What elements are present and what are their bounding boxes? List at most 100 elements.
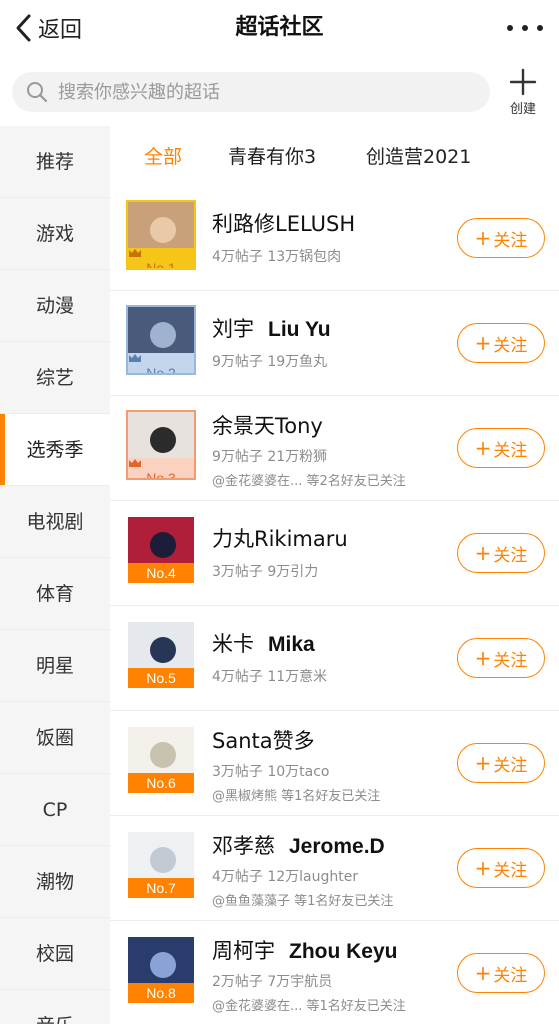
- tab-all[interactable]: 全部: [144, 142, 182, 169]
- list-item[interactable]: No.5 米卡 Mika 4万帖子 11万意米 + 关注: [110, 606, 559, 711]
- topic-name[interactable]: 刘宇 Liu Yu: [212, 313, 331, 343]
- follow-button[interactable]: + 关注: [457, 428, 545, 468]
- follow-button[interactable]: + 关注: [457, 218, 545, 258]
- subtab-bar: 全部 青春有你3 创造营2021: [110, 126, 559, 186]
- plus-icon: +: [474, 226, 492, 250]
- topic-list: No.1 利路修LELUSH 4万帖子 13万锅包肉 + 关注 No.2 刘宇 Liu Yu 9…: [110, 186, 559, 1024]
- rank-badge: No.3: [128, 458, 194, 478]
- follow-label: 关注: [493, 755, 528, 776]
- topic-avatar[interactable]: No.2: [126, 305, 196, 375]
- plus-icon: +: [474, 331, 492, 355]
- plus-icon: +: [474, 646, 492, 670]
- crown-icon: [129, 249, 141, 257]
- top-nav-bar: 返回 超话社区: [0, 0, 559, 56]
- more-dot: [522, 25, 528, 31]
- list-item[interactable]: No.7 邓孝慈 Jerome.D 4万帖子 12万laughter @鱼鱼藻藻子 等1…: [110, 816, 559, 921]
- back-button[interactable]: 返回: [14, 10, 82, 46]
- topic-name-en: Zhou Keyu: [289, 940, 398, 963]
- search-box[interactable]: [12, 72, 490, 112]
- follow-label: 关注: [493, 965, 528, 986]
- plus-icon: +: [474, 856, 492, 880]
- sidebar-item[interactable]: CP: [0, 774, 110, 846]
- topic-avatar[interactable]: No.1: [126, 200, 196, 270]
- follow-button[interactable]: + 关注: [457, 953, 545, 993]
- sidebar-item[interactable]: 综艺: [0, 342, 110, 414]
- sidebar-item[interactable]: 饭圈: [0, 702, 110, 774]
- topic-name-cn: 余景天Tony: [212, 414, 323, 438]
- topic-name[interactable]: 米卡 Mika: [212, 628, 315, 658]
- sidebar-item[interactable]: 选秀季: [0, 414, 110, 486]
- search-input[interactable]: [58, 81, 458, 103]
- more-dots-icon: [507, 25, 513, 31]
- topic-name-cn: 刘宇: [212, 317, 254, 341]
- sidebar-item[interactable]: 体育: [0, 558, 110, 630]
- follow-button[interactable]: + 关注: [457, 323, 545, 363]
- sidebar-item[interactable]: 潮物: [0, 846, 110, 918]
- topic-name-en: Mika: [268, 633, 315, 656]
- sidebar-item[interactable]: 动漫: [0, 270, 110, 342]
- topic-stats: 9万帖子 21万粉狮: [212, 449, 328, 465]
- list-item[interactable]: No.6 Santa赞多 3万帖子 10万taco @黑椒烤熊 等1名好友已关注 + 关注: [110, 711, 559, 816]
- list-item[interactable]: No.1 利路修LELUSH 4万帖子 13万锅包肉 + 关注: [110, 186, 559, 291]
- topic-stats: 4万帖子 13万锅包肉: [212, 249, 342, 265]
- sidebar-item[interactable]: 游戏: [0, 198, 110, 270]
- list-item[interactable]: No.4 力丸Rikimaru 3万帖子 9万引力 + 关注: [110, 501, 559, 606]
- follow-label: 关注: [493, 545, 528, 566]
- sidebar-item[interactable]: 明星: [0, 630, 110, 702]
- topic-name-en: Liu Yu: [268, 318, 331, 341]
- topic-name[interactable]: 力丸Rikimaru: [212, 523, 348, 553]
- back-label: 返回: [38, 18, 83, 43]
- topic-avatar[interactable]: No.8: [126, 935, 196, 1005]
- create-button[interactable]: 创建: [500, 68, 546, 120]
- sidebar-item[interactable]: 校园: [0, 918, 110, 990]
- tab-youth-with-you-3[interactable]: 青春有你3: [228, 142, 316, 169]
- more-dot: [537, 25, 543, 31]
- friends-following: @金花婆婆在... 等2名好友已关注: [212, 474, 406, 489]
- list-item[interactable]: No.2 刘宇 Liu Yu 9万帖子 19万鱼丸 + 关注: [110, 291, 559, 396]
- rank-badge: No.7: [128, 878, 194, 898]
- list-item[interactable]: No.8 周柯宇 Zhou Keyu 2万帖子 7万宇航员 @金花婆婆在... 等1名好…: [110, 921, 559, 1024]
- topic-name[interactable]: 周柯宇 Zhou Keyu: [212, 935, 398, 965]
- rank-badge: No.5: [128, 668, 194, 688]
- plus-icon: +: [474, 961, 492, 985]
- follow-label: 关注: [493, 650, 528, 671]
- rank-badge: No.8: [128, 983, 194, 1003]
- crown-icon: [129, 459, 141, 467]
- topic-avatar[interactable]: No.4: [126, 515, 196, 585]
- crown-icon: [129, 354, 141, 362]
- plus-icon: +: [474, 436, 492, 460]
- follow-button[interactable]: + 关注: [457, 743, 545, 783]
- sidebar-item[interactable]: 电视剧: [0, 486, 110, 558]
- topic-stats: 3万帖子 9万引力: [212, 564, 319, 580]
- topic-avatar[interactable]: No.3: [126, 410, 196, 480]
- rank-label: No.6: [146, 775, 176, 791]
- friends-following: @黑椒烤熊 等1名好友已关注: [212, 789, 381, 804]
- topic-avatar[interactable]: No.6: [126, 725, 196, 795]
- create-label: 创建: [509, 102, 536, 117]
- rank-badge: No.2: [128, 353, 194, 373]
- topic-name-cn: Santa赞多: [212, 729, 315, 753]
- sidebar-item[interactable]: 音乐: [0, 990, 110, 1024]
- tab-chuang-2021[interactable]: 创造营2021: [366, 142, 471, 169]
- topic-name[interactable]: 余景天Tony: [212, 410, 323, 440]
- follow-button[interactable]: + 关注: [457, 533, 545, 573]
- topic-name-cn: 米卡: [212, 632, 254, 656]
- topic-name[interactable]: Santa赞多: [212, 725, 315, 755]
- plus-icon: +: [474, 541, 492, 565]
- follow-button[interactable]: + 关注: [457, 638, 545, 678]
- topic-name[interactable]: 邓孝慈 Jerome.D: [212, 830, 385, 860]
- list-item[interactable]: No.3 余景天Tony 9万帖子 21万粉狮 @金花婆婆在... 等2名好友已关注 +…: [110, 396, 559, 501]
- rank-label: No.8: [146, 985, 176, 1001]
- more-button[interactable]: [507, 14, 543, 42]
- follow-label: 关注: [493, 335, 528, 356]
- rank-label: No.4: [146, 565, 176, 581]
- page-title: 超话社区: [235, 15, 324, 40]
- follow-button[interactable]: + 关注: [457, 848, 545, 888]
- follow-label: 关注: [493, 230, 528, 251]
- topic-name[interactable]: 利路修LELUSH: [212, 208, 355, 238]
- topic-name-en: Jerome.D: [289, 835, 385, 858]
- topic-avatar[interactable]: No.7: [126, 830, 196, 900]
- topic-avatar[interactable]: No.5: [126, 620, 196, 690]
- sidebar-item[interactable]: 推荐: [0, 126, 110, 198]
- chevron-left-icon: [16, 14, 31, 42]
